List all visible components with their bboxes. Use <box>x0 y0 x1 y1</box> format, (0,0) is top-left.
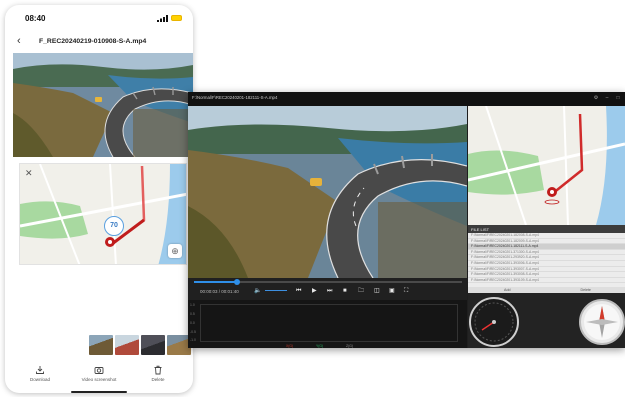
video-filename-title: F_REC20240219-010908-S-A.mp4 <box>39 38 147 45</box>
thumbnail[interactable] <box>141 335 165 355</box>
map-canvas <box>20 164 186 264</box>
legend-z: Z(G) <box>346 344 353 348</box>
desktop-player-window: F:\Normal\F\REC20240201-182111-S-A.mp4 ⚙… <box>188 92 625 348</box>
battery-icon <box>171 15 182 21</box>
nav-bar: ‹ F_REC20240219-010908-S-A.mp4 <box>5 33 193 53</box>
status-time: 08:40 <box>25 14 46 23</box>
camera-icon <box>94 367 104 374</box>
cellular-signal-icon <box>157 15 168 22</box>
file-list: F:\Normal\F\REC20240201-182008-S-A.mp4 F:… <box>468 233 625 284</box>
maximize-icon[interactable]: □ <box>615 95 621 101</box>
crosshair-icon[interactable]: ⊕ <box>168 244 182 258</box>
snapshot-icon[interactable]: ▣ <box>389 287 395 295</box>
delete-label: Delete <box>151 377 165 382</box>
graph-plot-area <box>200 304 458 342</box>
thumbnail[interactable] <box>89 335 113 355</box>
route-map[interactable]: ✕ 70 ⊕ <box>19 163 187 265</box>
playback-time: 00:00:03 / 00:01:40 <box>200 289 239 294</box>
volume-icon[interactable]: 🔈 <box>254 287 261 295</box>
window-titlebar: F:\Normal\F\REC20240201-182111-S-A.mp4 ⚙… <box>188 92 625 106</box>
video-frame-image <box>13 53 193 157</box>
progress-bar[interactable] <box>194 279 462 285</box>
bottom-toolbar: Download Video screenshot Delete <box>5 365 193 393</box>
graph-y-label: 0.0 <box>190 321 195 325</box>
route-map[interactable] <box>468 106 625 225</box>
graph-y-label: 0.5 <box>190 312 195 316</box>
map-canvas <box>468 106 625 225</box>
mobile-app-screen: 08:40 ‹ F_REC20240219-010908-S-A.mp4 ✕ 7… <box>5 5 193 393</box>
file-list-header: FILE LIST <box>468 225 625 233</box>
file-list-item[interactable]: F:\Normal\F\REC20240201-393109-S-A.mp4 <box>468 278 625 284</box>
window-title: F:\Normal\F\REC20240201-182111-S-A.mp4 <box>192 95 278 100</box>
previous-icon[interactable]: ⏮ <box>296 287 301 295</box>
progress-knob[interactable] <box>233 279 240 285</box>
graph-y-label: 1.0 <box>190 303 195 307</box>
stop-icon[interactable]: ■ <box>343 287 347 295</box>
speedometer-icon <box>469 297 519 347</box>
legend-y: Y(G) <box>316 344 324 348</box>
thumbnail[interactable] <box>115 335 139 355</box>
minimize-icon[interactable]: – <box>604 95 610 101</box>
video-screenshot-button[interactable]: Video screenshot <box>74 365 124 382</box>
volume-slider[interactable] <box>265 290 287 291</box>
trash-icon <box>154 365 162 375</box>
download-label: Download <box>29 377 50 382</box>
delete-button[interactable]: Delete <box>133 365 183 382</box>
chevron-left-icon[interactable]: ‹ <box>17 35 21 47</box>
video-screenshot-label: Video screenshot <box>81 377 117 382</box>
compass-icon <box>579 299 625 345</box>
gauges-panel <box>468 293 625 348</box>
status-bar: 08:40 <box>5 5 193 29</box>
g-sensor-graph: 1.0 0.5 0.0 -0.5 -1.0 X(G) Y(G) Z(G) <box>188 300 467 348</box>
home-indicator <box>71 391 127 393</box>
file-list-panel: FILE LIST F:\Normal\F\REC20240201-182008… <box>468 225 625 293</box>
settings-icon[interactable]: ⚙ <box>593 95 599 101</box>
thumbnail-strip <box>89 335 193 355</box>
playback-controls: 00:00:03 / 00:01:40 🔈 ⏮ ▶ ⏭ ■ 🗀 ◫ ▣ ⛶ <box>188 278 467 300</box>
crop-icon[interactable]: ◫ <box>374 287 380 295</box>
speed-indicator: 70 <box>104 216 124 236</box>
close-icon[interactable]: ✕ <box>25 168 33 179</box>
gauges-canvas <box>469 297 625 347</box>
fullscreen-icon[interactable]: ⛶ <box>404 287 408 295</box>
legend-x: X(G) <box>286 344 294 348</box>
video-view[interactable] <box>188 106 467 278</box>
composite-screenshot: 08:40 ‹ F_REC20240219-010908-S-A.mp4 ✕ 7… <box>0 0 625 397</box>
play-icon[interactable]: ▶ <box>312 287 317 295</box>
download-button[interactable]: Download <box>15 365 65 382</box>
graph-y-label: -0.5 <box>190 330 196 334</box>
video-player[interactable] <box>13 53 193 157</box>
folder-icon[interactable]: 🗀 <box>358 287 364 295</box>
graph-y-label: -1.0 <box>190 338 196 342</box>
download-icon <box>36 366 44 374</box>
video-frame-image <box>188 106 467 278</box>
progress-fill <box>194 281 237 283</box>
next-icon[interactable]: ⏭ <box>327 287 332 295</box>
